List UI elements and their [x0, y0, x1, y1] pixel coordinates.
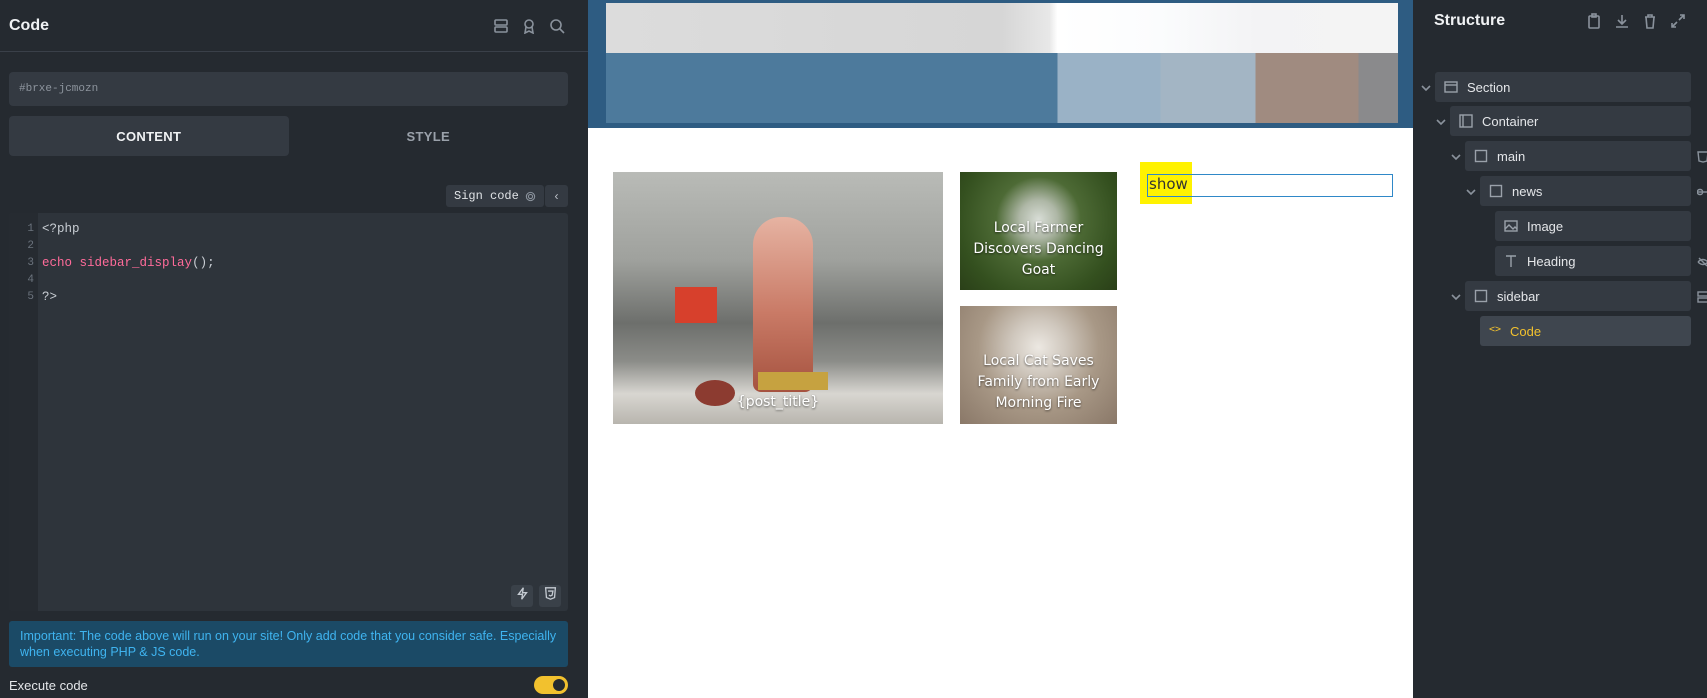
block-icon [1474, 289, 1488, 303]
code-line: 2 [9, 237, 42, 254]
panel-header: Code [0, 0, 588, 52]
red-poster [675, 287, 717, 323]
image-icon [1504, 219, 1518, 233]
sign-code-button[interactable]: Sign code [446, 185, 544, 207]
line-number: 1 [27, 222, 34, 235]
line-content: echo sidebar_display(); [38, 256, 215, 270]
news-title: Local Farmer Discovers Dancing Goat [973, 220, 1104, 278]
code-line: 3 echo sidebar_display(); [9, 254, 215, 271]
chevron-down-icon[interactable] [1450, 290, 1462, 302]
eye-off-icon [1697, 255, 1707, 267]
code-line: 1 <?php [9, 220, 80, 237]
html5-icon [544, 587, 557, 605]
code-settings-panel: Code #brxe-jcmozn CONTENT STYLE Sign cod… [0, 0, 588, 698]
section-icon [1444, 80, 1458, 94]
header-banner [588, 0, 1413, 128]
clipboard-icon[interactable] [1586, 13, 1602, 29]
structure-node-code[interactable]: <> Code [1480, 316, 1691, 346]
model-base [758, 372, 828, 390]
link-icon [1696, 185, 1707, 197]
html5-button[interactable] [539, 585, 561, 607]
chevron-left-icon: ‹ [554, 189, 559, 203]
structure-title: Structure [1434, 12, 1506, 29]
execute-code-row: Execute code [9, 676, 568, 694]
sidebar-output-text: show [1149, 175, 1188, 193]
layers-icon[interactable] [493, 18, 509, 34]
structure-node-heading[interactable]: Heading [1495, 246, 1691, 276]
line-number: 3 [27, 256, 34, 269]
line-number: 4 [27, 273, 34, 286]
structure-node-news[interactable]: news [1480, 176, 1691, 206]
node-label: main [1497, 148, 1526, 164]
node-label: Code [1510, 323, 1542, 339]
code-punctuation: (); [192, 255, 215, 270]
security-warning: Important: The code above will run on yo… [9, 621, 568, 667]
execute-code-label: Execute code [9, 677, 88, 693]
panel-tabs: CONTENT STYLE [9, 116, 568, 156]
search-icon[interactable] [549, 18, 565, 34]
collapse-editor-button[interactable]: ‹ [545, 185, 568, 207]
structure-node-sidebar[interactable]: sidebar [1465, 281, 1691, 311]
line-number: 5 [27, 290, 34, 303]
chevron-down-icon[interactable] [1420, 81, 1432, 93]
code-line: 4 [9, 271, 42, 288]
node-label: Container [1482, 113, 1539, 129]
structure-node-image[interactable]: Image [1495, 211, 1691, 241]
expand-icon[interactable] [1670, 13, 1686, 29]
structure-header: Structure [1413, 0, 1707, 42]
panel-title: Code [9, 16, 49, 34]
line-content: <?php [42, 221, 80, 236]
node-label: sidebar [1497, 288, 1540, 304]
trash-icon[interactable] [1642, 13, 1658, 29]
html5-icon [1697, 150, 1707, 163]
bolt-icon [516, 587, 529, 605]
banner-image-top [606, 3, 1398, 53]
layers-icon [1697, 290, 1707, 303]
node-label: Heading [1527, 253, 1576, 269]
structure-node-main[interactable]: main [1465, 141, 1691, 171]
preview-canvas[interactable]: {post_title} Local Farmer Discovers Danc… [588, 0, 1413, 698]
news-title: Local Cat Saves Family from Early Mornin… [977, 353, 1100, 411]
builder-app: Code #brxe-jcmozn CONTENT STYLE Sign cod… [0, 0, 1707, 698]
line-number: 2 [27, 239, 34, 252]
fingerprint-icon [525, 191, 536, 202]
anatomy-model [753, 217, 813, 392]
chevron-down-icon[interactable] [1435, 115, 1447, 127]
structure-node-section[interactable]: Section [1435, 72, 1691, 102]
code-editor[interactable]: 1 <?php 2 3 echo sidebar_display(); 4 5 … [9, 213, 568, 611]
structure-node-container[interactable]: Container [1450, 106, 1691, 136]
badge-icon[interactable] [521, 18, 537, 34]
featured-news-card[interactable]: {post_title} [613, 172, 943, 424]
node-label: Image [1527, 218, 1564, 234]
code-icon: <> [1489, 324, 1502, 335]
news-title: {post_title} [736, 394, 820, 410]
chevron-down-icon[interactable] [1450, 150, 1462, 162]
code-keyword: echo [42, 255, 73, 270]
node-label: news [1512, 183, 1543, 199]
sign-code-label: Sign code [454, 189, 519, 203]
news-card-goat[interactable]: Local Farmer Discovers Dancing Goat [960, 172, 1117, 290]
line-content: ?> [42, 289, 58, 304]
chevron-down-icon[interactable] [1465, 185, 1477, 197]
bolt-button[interactable] [511, 585, 533, 607]
tab-style[interactable]: STYLE [289, 116, 569, 156]
download-icon[interactable] [1614, 13, 1630, 29]
tab-content[interactable]: CONTENT [9, 116, 289, 156]
block-icon [1489, 184, 1503, 198]
node-label: Section [1467, 79, 1511, 95]
execute-code-toggle[interactable] [534, 676, 568, 694]
code-function: sidebar_display [79, 255, 193, 270]
heading-icon [1504, 254, 1518, 268]
code-line: 5 ?> [9, 288, 57, 305]
container-icon [1459, 114, 1473, 128]
news-card-cat[interactable]: Local Cat Saves Family from Early Mornin… [960, 306, 1117, 424]
structure-panel: Structure Section Container main news Im… [1413, 0, 1707, 698]
css-selector-field[interactable]: #brxe-jcmozn [9, 72, 568, 106]
block-icon [1474, 149, 1488, 163]
